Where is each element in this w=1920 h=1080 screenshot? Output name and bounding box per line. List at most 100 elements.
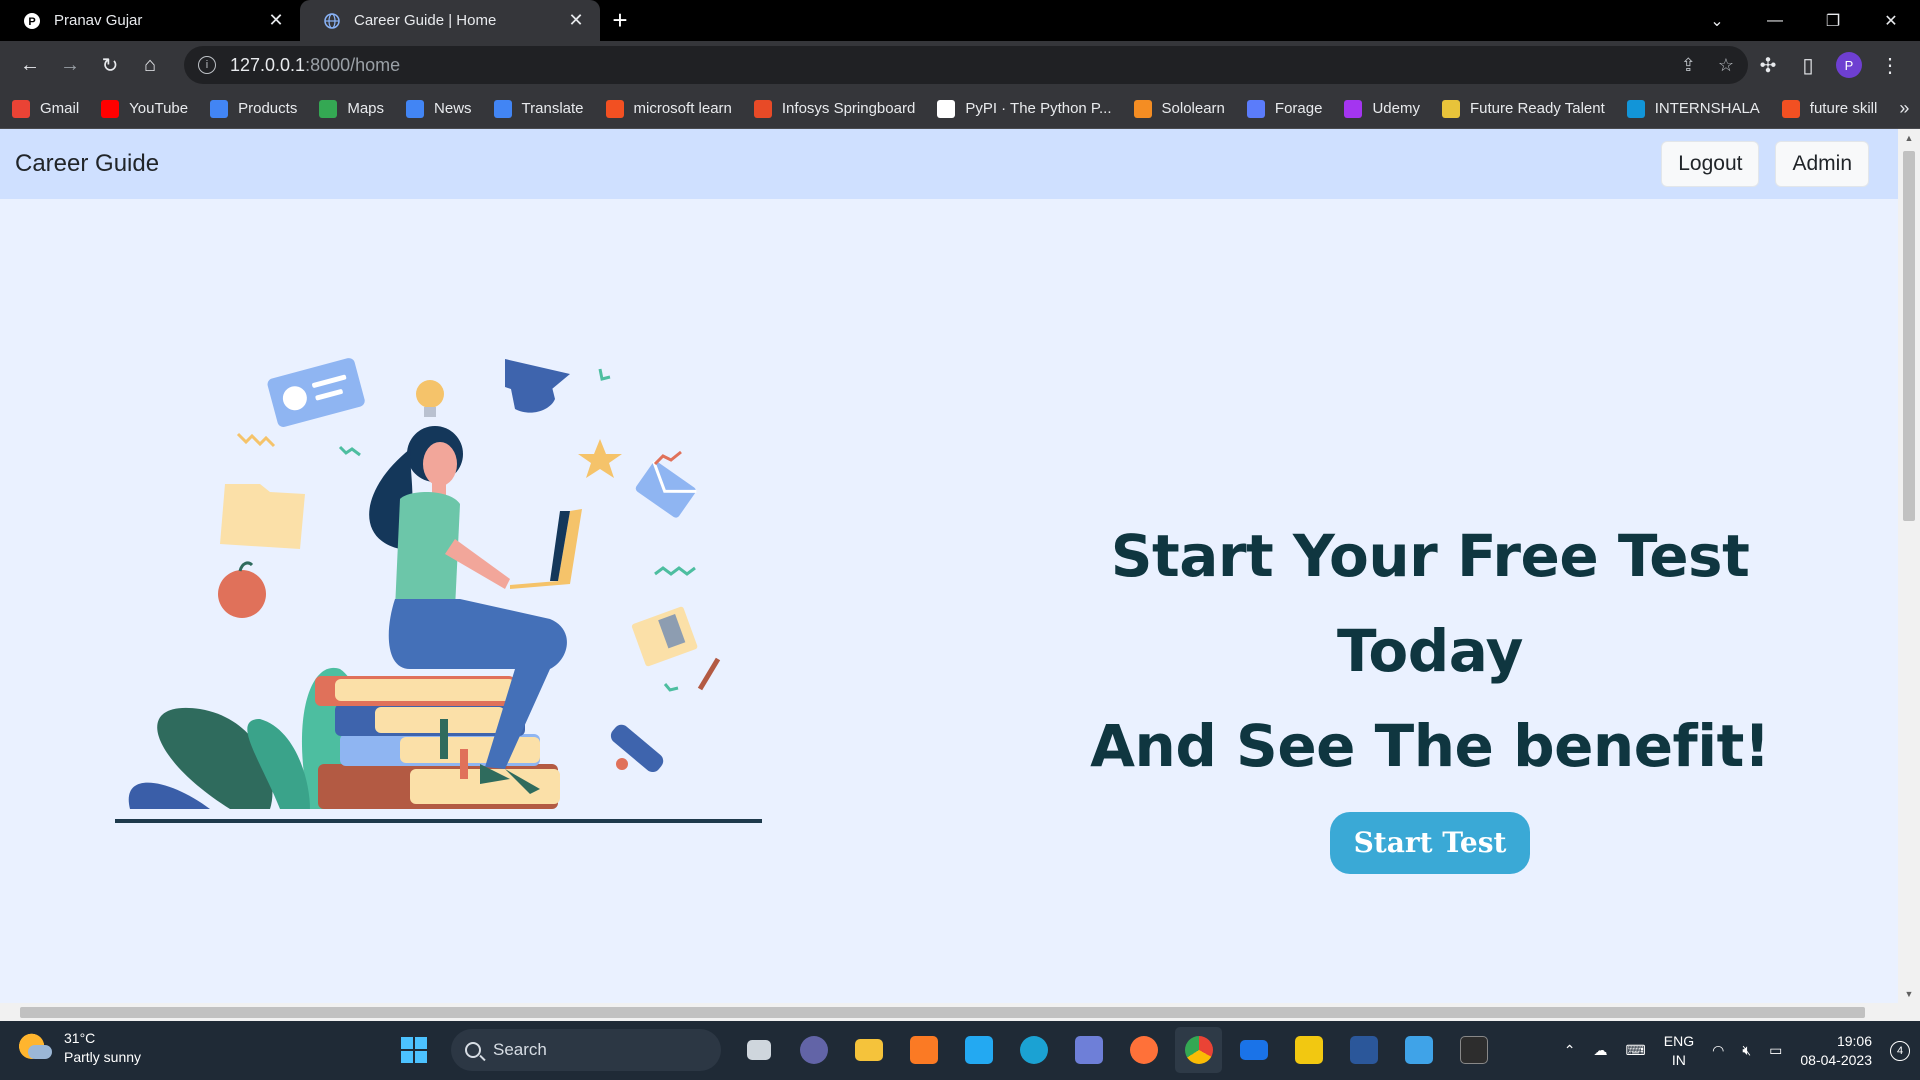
mail-icon[interactable]: [1230, 1027, 1277, 1073]
tab-career-guide[interactable]: Career Guide | Home ✕: [300, 0, 600, 41]
photos-icon[interactable]: [1395, 1027, 1442, 1073]
page-viewport: Career Guide Logout Admin Start Your Fre…: [0, 129, 1898, 1003]
bookmark-item[interactable]: future skill: [1781, 99, 1878, 118]
notification-count[interactable]: 4: [1890, 1040, 1910, 1061]
teams-chat-icon[interactable]: [790, 1027, 837, 1073]
bookmark-label: News: [434, 100, 472, 117]
keyboard-icon[interactable]: ⌨: [1626, 1042, 1646, 1059]
bookmark-item[interactable]: Forage: [1246, 99, 1322, 118]
weather-temp: 31°C: [64, 1030, 96, 1046]
power-bi-icon[interactable]: [1285, 1027, 1332, 1073]
tab-close-icon[interactable]: ✕: [266, 10, 286, 31]
scrollbar-corner: [1898, 1003, 1920, 1021]
bookmark-item[interactable]: Products: [210, 99, 297, 118]
new-tab-button[interactable]: +: [600, 0, 640, 41]
bookmark-star-icon[interactable]: ☆: [1718, 55, 1734, 76]
start-test-button[interactable]: Start Test: [1329, 812, 1531, 874]
task-view-icon[interactable]: [735, 1027, 782, 1073]
scroll-down-icon[interactable]: ▼: [1898, 985, 1920, 1003]
bookmark-favicon-icon: [210, 99, 229, 118]
side-panel-icon[interactable]: ▯: [1788, 45, 1828, 85]
home-button[interactable]: ⌂: [130, 45, 170, 85]
bookmark-label: Sololearn: [1161, 100, 1225, 117]
bookmark-item[interactable]: INTERNSHALA: [1626, 99, 1760, 118]
word-icon[interactable]: [1340, 1027, 1387, 1073]
site-navbar: Career Guide Logout Admin: [0, 129, 1898, 199]
vertical-scrollbar[interactable]: ▲ ▼: [1898, 129, 1920, 1003]
system-tray: ⌃ ☁ ⌨ ENG IN ◠ 🔇︎ ▭ 19:06 08-04-2023 4: [1564, 1021, 1910, 1080]
speaker-muted-icon[interactable]: 🔇︎: [1742, 1042, 1751, 1059]
bookmark-label: Maps: [347, 100, 385, 117]
bookmark-item[interactable]: YouTube: [101, 99, 189, 118]
bookmark-favicon-icon: [753, 99, 772, 118]
tab-pranav-gujar[interactable]: P Pranav Gujar ✕: [0, 0, 300, 41]
bookmark-item[interactable]: Maps: [319, 99, 385, 118]
scroll-up-icon[interactable]: ▲: [1898, 129, 1920, 147]
edge-icon[interactable]: [1010, 1027, 1057, 1073]
xampp-icon[interactable]: [900, 1027, 947, 1073]
copilot-icon[interactable]: [1065, 1027, 1112, 1073]
tab-search-icon[interactable]: ⌄: [1688, 0, 1746, 41]
menu-kebab-icon[interactable]: ⋮: [1870, 45, 1910, 85]
bookmark-item[interactable]: PyPI · The Python P...: [937, 99, 1112, 118]
bookmark-item[interactable]: News: [406, 99, 472, 118]
horizontal-scroll-thumb[interactable]: [20, 1007, 1865, 1018]
bookmark-item[interactable]: Udemy: [1344, 99, 1420, 118]
taskbar-search[interactable]: Search: [451, 1029, 721, 1071]
language-indicator[interactable]: ENG IN: [1664, 1032, 1694, 1070]
browser-toolbar: ← → ↻ ⌂ i 127.0.0.1:8000/home ⇪ ☆ ✣ ▯ P …: [0, 41, 1920, 89]
bookmark-label: Translate: [521, 100, 584, 117]
bookmark-favicon-icon: [1246, 99, 1265, 118]
terminal-icon[interactable]: [1450, 1027, 1497, 1073]
restore-button[interactable]: ❐: [1804, 0, 1862, 41]
vscode-icon[interactable]: [955, 1027, 1002, 1073]
bookmark-favicon-icon: [1781, 99, 1800, 118]
horizontal-scrollbar[interactable]: [0, 1003, 1898, 1021]
minimize-button[interactable]: —: [1746, 0, 1804, 41]
firefox-icon[interactable]: [1120, 1027, 1167, 1073]
bookmark-item[interactable]: Gmail: [12, 99, 79, 118]
tab-close-icon[interactable]: ✕: [566, 10, 586, 31]
close-window-button[interactable]: ✕: [1862, 0, 1920, 41]
forward-button[interactable]: →: [50, 45, 90, 85]
address-bar[interactable]: i 127.0.0.1:8000/home ⇪ ☆: [184, 46, 1748, 84]
bookmark-item[interactable]: Future Ready Talent: [1441, 99, 1605, 118]
clock[interactable]: 19:06 08-04-2023: [1800, 1032, 1872, 1070]
bookmark-item[interactable]: Sololearn: [1133, 99, 1225, 118]
chevron-up-icon[interactable]: ⌃: [1564, 1042, 1576, 1059]
bookmark-item[interactable]: microsoft learn: [605, 99, 732, 118]
onedrive-icon[interactable]: ☁: [1594, 1042, 1608, 1059]
extensions-icon[interactable]: ✣: [1748, 45, 1788, 85]
weather-widget[interactable]: 31°C Partly sunny: [18, 1029, 141, 1067]
bookmarks-bar: Gmail YouTube Products Maps News Translate mic…: [0, 89, 1920, 129]
admin-button[interactable]: Admin: [1775, 141, 1869, 187]
lang-top: ENG: [1663, 1032, 1695, 1049]
bookmark-item[interactable]: Translate: [493, 99, 584, 118]
site-brand[interactable]: Career Guide: [15, 150, 159, 178]
logout-button[interactable]: Logout: [1661, 141, 1760, 187]
chrome-icon[interactable]: [1175, 1027, 1222, 1073]
windows-taskbar: 31°C Partly sunny Search ⌃ ☁ ⌨ ENG IN ◠ …: [0, 1021, 1920, 1080]
file-explorer-icon[interactable]: [845, 1027, 892, 1073]
battery-icon[interactable]: ▭: [1769, 1042, 1782, 1059]
bookmark-label: future skill: [1809, 100, 1878, 117]
share-icon[interactable]: ⇪: [1681, 55, 1696, 76]
hero-text: Start Your Free Test Today And See The b…: [1040, 509, 1820, 874]
bookmark-label: YouTube: [129, 100, 189, 117]
bookmark-item[interactable]: Infosys Springboard: [753, 99, 915, 118]
wifi-icon[interactable]: ◠: [1712, 1042, 1724, 1059]
clock-time: 19:06: [1836, 1032, 1872, 1049]
reload-button[interactable]: ↻: [90, 45, 130, 85]
taskbar-search-label: Search: [493, 1040, 547, 1059]
site-info-icon[interactable]: i: [198, 56, 216, 74]
bookmark-favicon-icon: [101, 99, 120, 118]
vertical-scroll-thumb[interactable]: [1903, 151, 1915, 521]
back-button[interactable]: ←: [10, 45, 50, 85]
bookmarks-overflow-icon[interactable]: »: [1899, 98, 1909, 119]
profile-avatar[interactable]: P: [1836, 52, 1862, 78]
lang-bottom: IN: [1671, 1051, 1686, 1068]
windows-start-icon[interactable]: [390, 1027, 437, 1073]
bookmark-favicon-icon: [406, 99, 425, 118]
hero-illustration: [115, 358, 762, 823]
window-controls: ⌄ — ❐ ✕: [1688, 0, 1920, 41]
